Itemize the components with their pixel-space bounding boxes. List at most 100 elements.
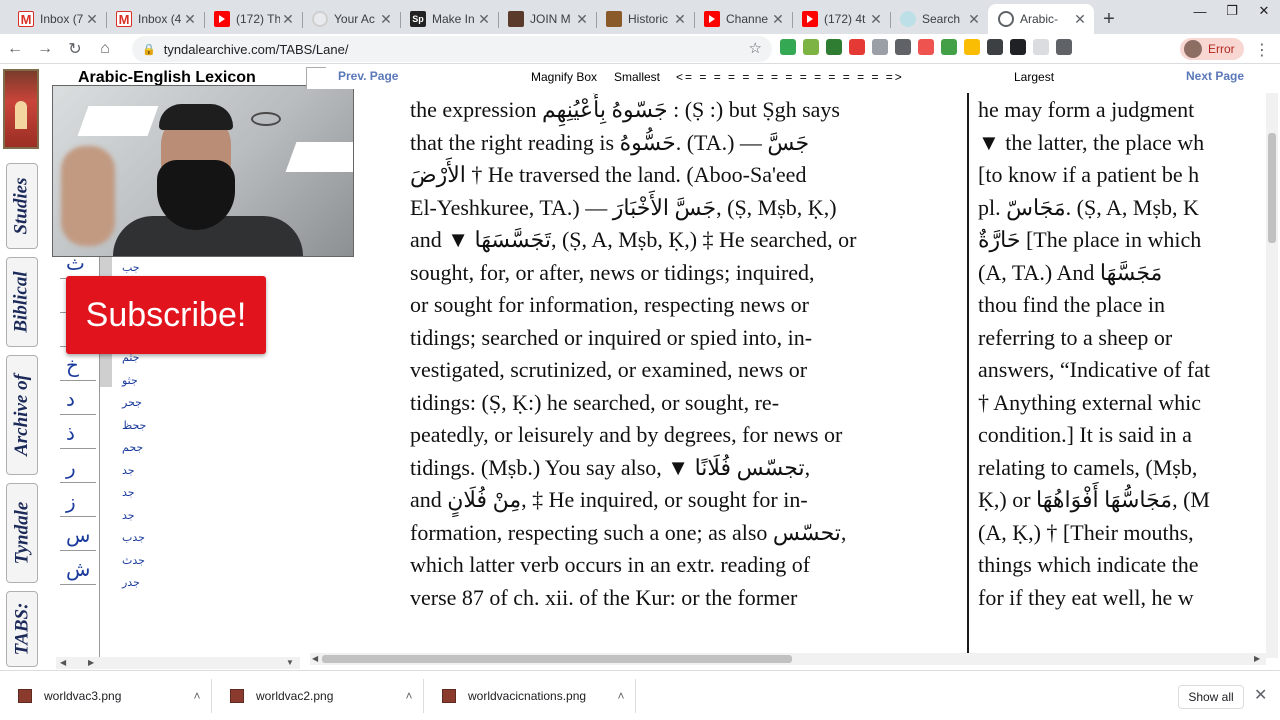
home-icon[interactable]: ⌂ [90,34,120,64]
root-link[interactable]: جد [122,509,135,522]
profile-button[interactable]: Error [1180,38,1244,60]
letter-item[interactable]: س [60,521,96,551]
close-icon[interactable]: ✕ [378,11,394,28]
extension-icon[interactable] [872,39,888,55]
close-icon[interactable]: ✕ [182,11,198,28]
close-icon[interactable]: ✕ [280,11,296,28]
root-link[interactable]: جدر [122,576,140,589]
rail-item-biblical[interactable]: Biblical [6,257,38,347]
letter-item[interactable]: ر [60,453,96,483]
browser-tab[interactable]: M Inbox (7 ✕ [8,4,106,34]
chevron-up-icon[interactable]: ˄ [183,689,211,703]
extension-icon[interactable] [941,39,957,55]
scan-text-line: that the right reading is حَسُّوهُ. (TA.… [410,129,810,155]
download-item[interactable]: worldvac2.png ˄ [212,679,424,713]
close-icon[interactable]: ✕ [770,11,786,28]
next-page-link[interactable]: Next Page [1186,69,1244,83]
scroll-thumb[interactable] [322,655,792,663]
root-link[interactable]: جحظ [122,419,146,432]
rail-item-studies[interactable]: Studies [6,163,38,249]
chevron-up-icon[interactable]: ˄ [395,689,423,703]
panel-horizontal-scrollbar[interactable]: ◀ ▶ ▼ [56,657,300,669]
letter-item[interactable]: ز [60,487,96,517]
browser-tab[interactable]: Historic ✕ [596,4,694,34]
close-icon[interactable]: ✕ [672,11,688,28]
new-tab-button[interactable]: + [1094,4,1124,34]
close-icon[interactable]: ✕ [1072,11,1088,28]
extension-icon[interactable] [964,39,980,55]
close-window-icon[interactable]: ✕ [1248,0,1280,22]
letter-item[interactable]: د [60,385,96,415]
scan-text-line: formation, respecting such a one; as als… [410,519,847,545]
presenter-hand [61,146,115,246]
tab-strip: M Inbox (7 ✕ M Inbox (4 ✕ (172) Th ✕ Your Ac ✕ Sp M… [0,0,1280,34]
download-filename: worldvacicnations.png [468,689,587,703]
back-icon[interactable]: ← [0,34,30,64]
forward-icon[interactable]: → [30,34,60,64]
scroll-left-icon[interactable]: ◀ [60,658,66,667]
root-link[interactable]: جثو [122,374,138,387]
page-vertical-scrollbar[interactable] [1266,93,1278,658]
letter-item[interactable]: خ [60,351,96,381]
close-icon[interactable]: ✕ [476,11,492,28]
rail-item-archive[interactable]: Archive of [6,355,38,475]
extension-icon[interactable] [895,39,911,55]
scroll-left-icon[interactable]: ◀ [312,654,318,663]
close-icon[interactable]: ✕ [1254,685,1267,705]
close-icon[interactable]: ✕ [84,11,100,28]
rail-item-tabs[interactable]: TABS: [6,591,38,667]
extension-icon[interactable] [780,39,796,55]
extension-icon[interactable] [1033,39,1049,55]
browser-tab[interactable]: Your Ac ✕ [302,4,400,34]
page-horizontal-scrollbar[interactable]: ◀ ▶ [310,653,1266,665]
magnify-box-toggle[interactable]: Magnify Box [531,70,597,84]
address-bar[interactable]: 🔒 tyndalearchive.com/TABS/Lane/ ☆ [132,36,772,62]
extension-icon[interactable] [1010,39,1026,55]
zoom-steps[interactable]: <= = = = = = = = = = = = = = => [676,70,904,84]
scroll-down-icon[interactable]: ▼ [286,658,294,667]
download-item[interactable]: worldvacicnations.png ˄ [424,679,636,713]
root-link[interactable]: جحم [122,441,143,454]
root-link[interactable]: جدب [122,531,145,544]
prev-page-link[interactable]: Prev. Page [338,69,398,83]
chevron-up-icon[interactable]: ˄ [607,689,635,703]
root-link[interactable]: جد [122,464,135,477]
extension-icon[interactable] [803,39,819,55]
letter-item[interactable]: ش [60,555,96,585]
show-all-button[interactable]: Show all [1178,685,1244,709]
tyndale-logo[interactable] [3,69,39,149]
browser-tab[interactable]: (172) 4t ✕ [792,4,890,34]
rail-item-tyndale[interactable]: Tyndale [6,483,38,583]
reload-icon[interactable]: ↻ [60,34,90,64]
star-icon[interactable]: ☆ [749,39,762,57]
extension-icon[interactable] [987,39,1003,55]
browser-tab[interactable]: Channe ✕ [694,4,792,34]
scroll-right-icon[interactable]: ▶ [88,658,94,667]
extension-icon[interactable] [1056,39,1072,55]
minimize-icon[interactable]: — [1184,0,1216,22]
scroll-right-icon[interactable]: ▶ [1254,654,1260,663]
restore-icon[interactable]: ❐ [1216,0,1248,22]
extension-icon[interactable] [849,39,865,55]
extension-icon[interactable] [918,39,934,55]
browser-tab[interactable]: Arabic- ✕ [988,4,1094,34]
download-item[interactable]: worldvac3.png ˄ [0,679,212,713]
close-icon[interactable]: ✕ [868,11,884,28]
root-link[interactable]: جحر [122,396,142,409]
browser-tab[interactable]: JOIN M ✕ [498,4,596,34]
letter-item[interactable]: ذ [60,419,96,449]
browser-tab[interactable]: Sp Make In ✕ [400,4,498,34]
browser-tab[interactable]: (172) Th ✕ [204,4,302,34]
close-icon[interactable]: ✕ [966,11,982,28]
vertical-dots-icon[interactable]: ⋮ [1254,40,1270,60]
root-link[interactable]: جد [122,486,135,499]
browser-tab[interactable]: Search ✕ [890,4,988,34]
close-icon[interactable]: ✕ [574,11,590,28]
root-link[interactable]: جب [122,261,140,274]
sp-favicon-icon: Sp [410,11,426,27]
scroll-thumb[interactable] [1268,133,1276,243]
extension-icon[interactable] [826,39,842,55]
browser-tab[interactable]: M Inbox (4 ✕ [106,4,204,34]
root-link[interactable]: جدث [122,554,145,567]
scan-column-right: he may form a judgment ▼ the latter, the … [978,93,1260,653]
